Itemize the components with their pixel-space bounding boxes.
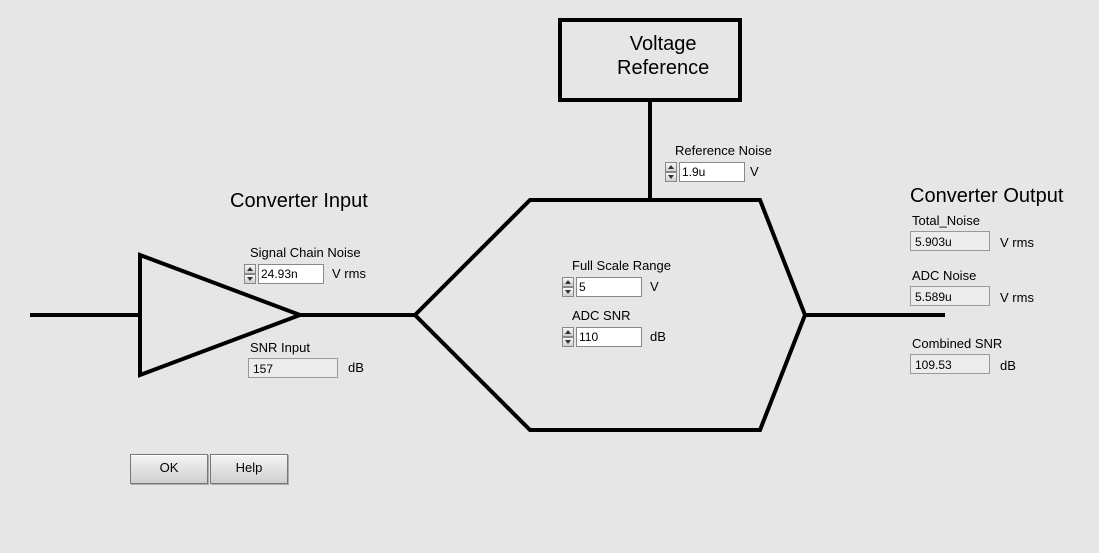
combined-snr-readout: 109.53 xyxy=(910,354,990,374)
reference-noise-spinner xyxy=(665,162,677,182)
converter-output-title: Converter Output xyxy=(910,185,1063,208)
full-scale-range-label: Full Scale Range xyxy=(572,258,671,273)
full-scale-range-input[interactable] xyxy=(576,277,642,297)
reference-noise-unit: V xyxy=(750,164,759,179)
combined-snr-unit: dB xyxy=(1000,358,1016,373)
combined-snr-label: Combined SNR xyxy=(912,336,1002,351)
signal-chain-noise-unit: V rms xyxy=(332,266,366,281)
reference-noise-spin-down[interactable] xyxy=(665,172,677,182)
total-noise-readout: 5.903u xyxy=(910,231,990,251)
reference-noise-spin-up[interactable] xyxy=(665,162,677,172)
converter-input-title: Converter Input xyxy=(230,190,368,213)
total-noise-unit: V rms xyxy=(1000,235,1034,250)
adc-snr-spinner xyxy=(562,327,574,347)
ok-button[interactable]: OK xyxy=(130,454,208,484)
full-scale-range-input-group xyxy=(562,277,642,297)
full-scale-range-spin-down[interactable] xyxy=(562,287,574,297)
reference-noise-input-group xyxy=(665,162,745,182)
full-scale-range-spin-up[interactable] xyxy=(562,277,574,287)
adc-snr-spin-up[interactable] xyxy=(562,327,574,337)
adc-noise-readout: 5.589u xyxy=(910,286,990,306)
adc-noise-unit: V rms xyxy=(1000,290,1034,305)
adc-snr-input[interactable] xyxy=(576,327,642,347)
snr-input-unit: dB xyxy=(348,360,364,375)
reference-noise-label: Reference Noise xyxy=(675,143,772,158)
signal-chain-noise-spinner xyxy=(244,264,256,284)
signal-chain-noise-spin-up[interactable] xyxy=(244,264,256,274)
snr-input-label: SNR Input xyxy=(250,340,310,355)
signal-chain-noise-label: Signal Chain Noise xyxy=(250,245,361,260)
adc-snr-unit: dB xyxy=(650,329,666,344)
signal-chain-noise-input[interactable] xyxy=(258,264,324,284)
adc-snr-input-group xyxy=(562,327,642,347)
full-scale-range-unit: V xyxy=(650,279,659,294)
full-scale-range-spinner xyxy=(562,277,574,297)
voltage-reference-title: Voltage Reference xyxy=(617,32,709,80)
help-button[interactable]: Help xyxy=(210,454,288,484)
adc-noise-label: ADC Noise xyxy=(912,268,976,283)
adc-snr-spin-down[interactable] xyxy=(562,337,574,347)
reference-noise-input[interactable] xyxy=(679,162,745,182)
signal-chain-noise-spin-down[interactable] xyxy=(244,274,256,284)
snr-input-readout: 157 xyxy=(248,358,338,378)
signal-chain-noise-input-group xyxy=(244,264,324,284)
total-noise-label: Total_Noise xyxy=(912,213,980,228)
adc-snr-label: ADC SNR xyxy=(572,308,631,323)
